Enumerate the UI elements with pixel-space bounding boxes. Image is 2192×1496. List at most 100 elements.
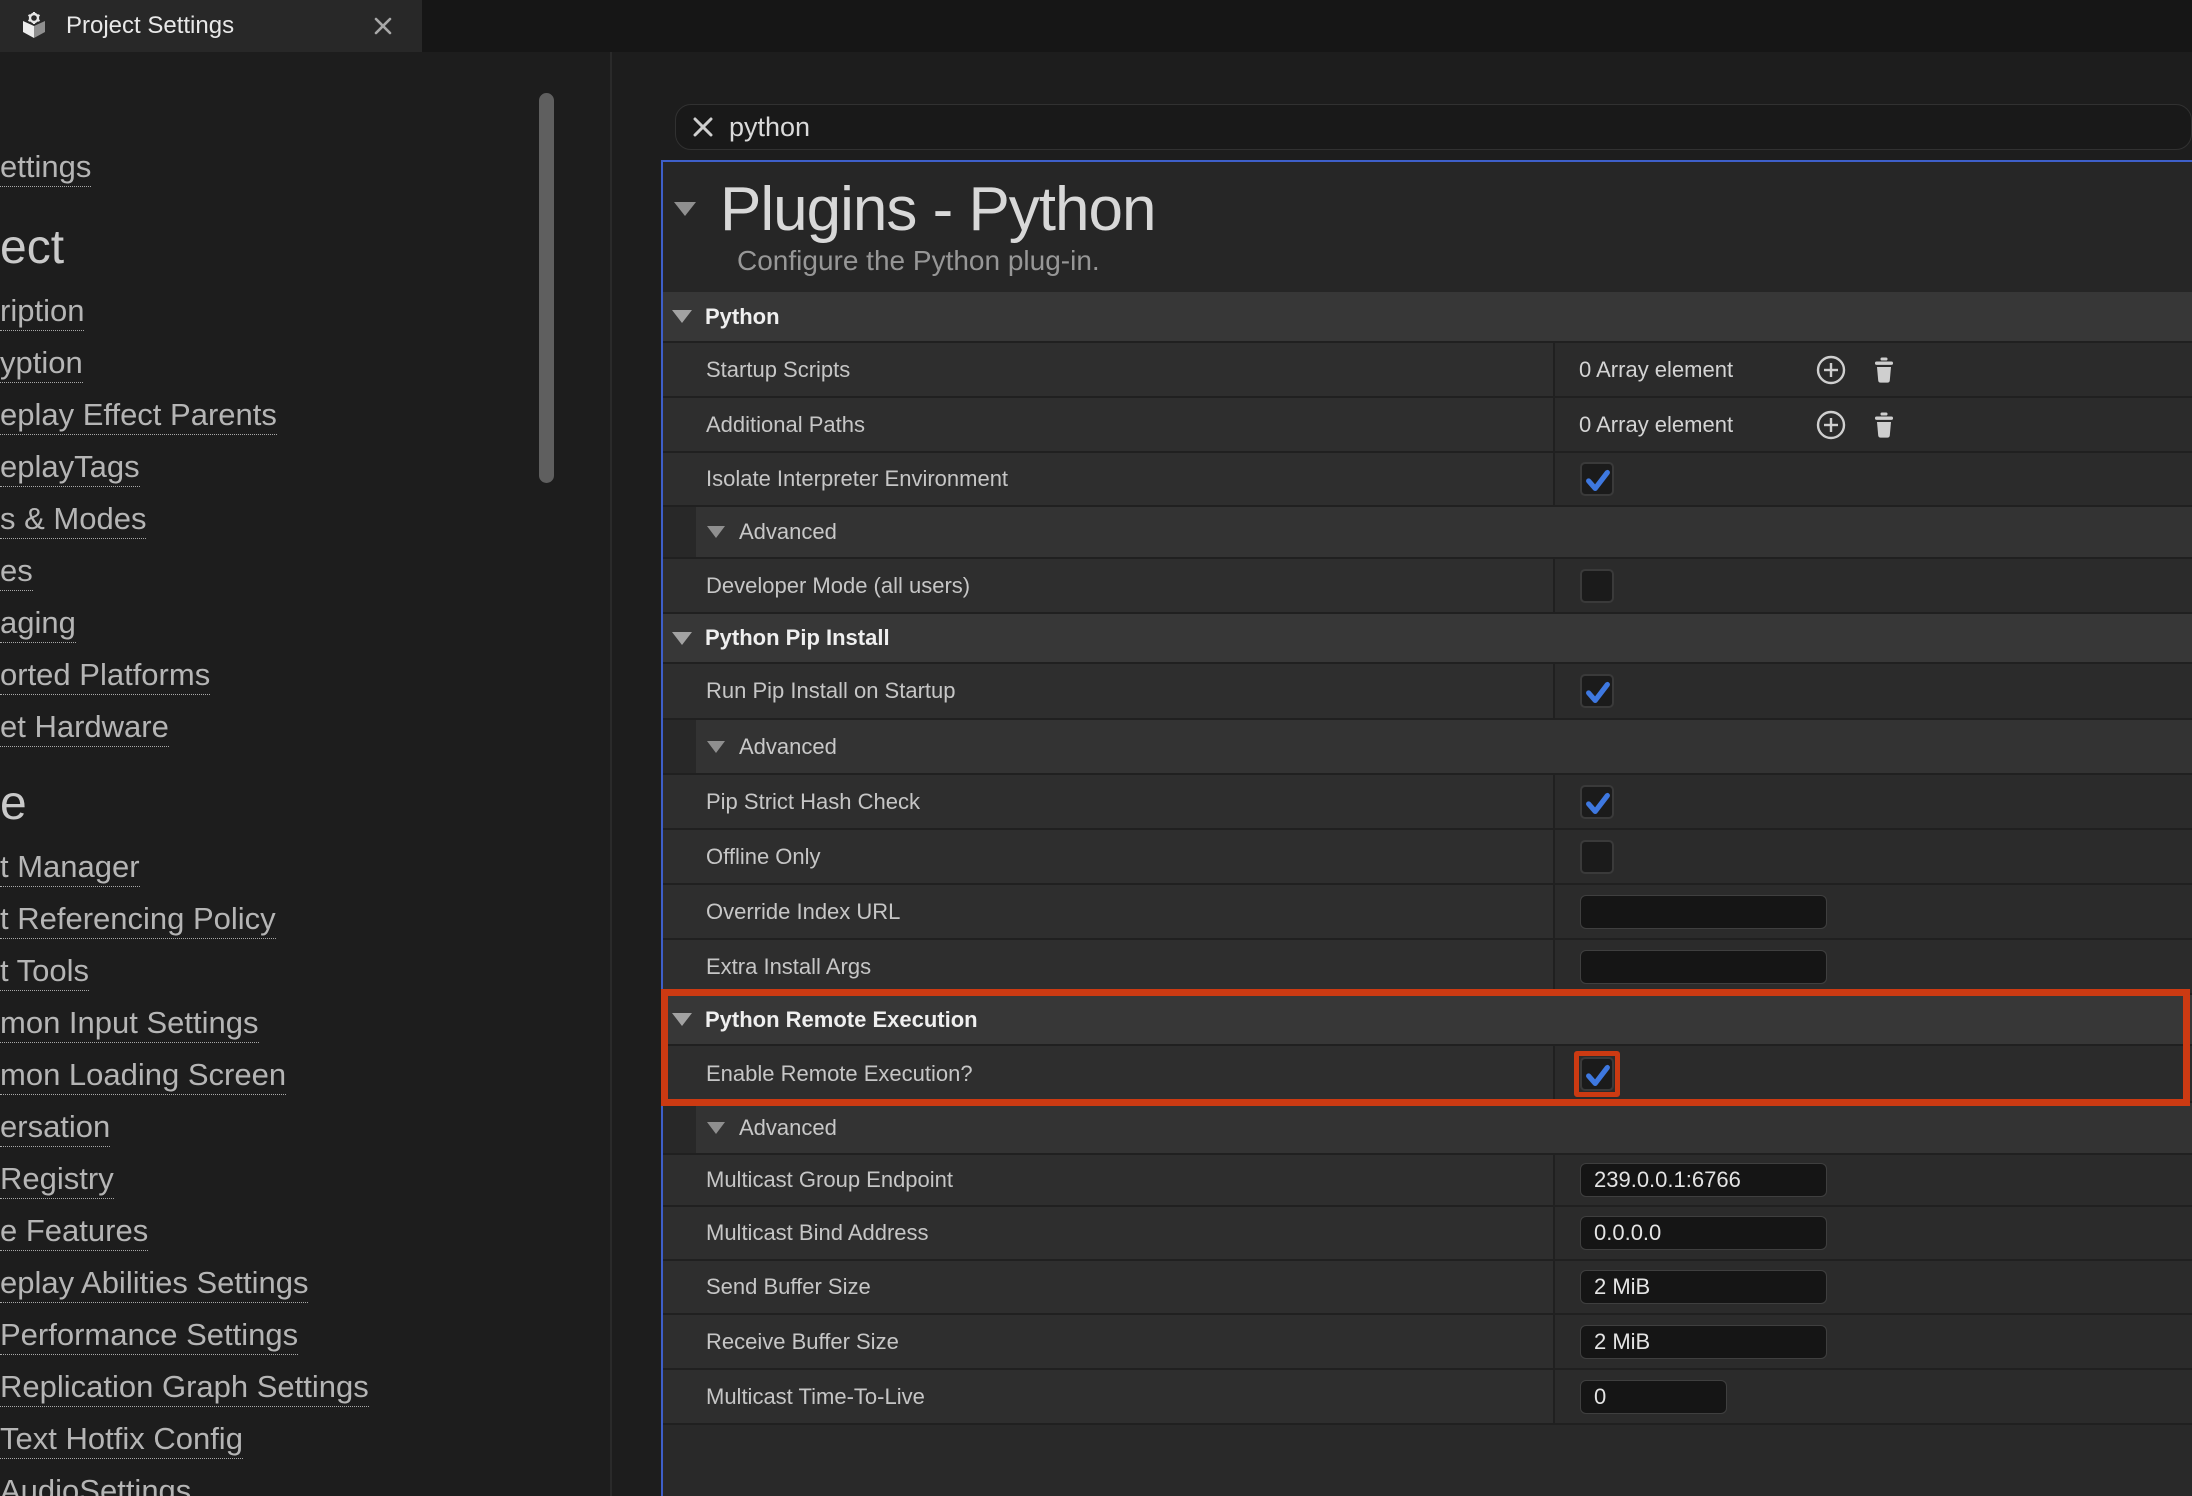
settings-search-bar[interactable]: python <box>675 104 2192 150</box>
settings-row-send-buffer-size: Send Buffer Size <box>663 1261 2192 1315</box>
row-label: Additional Paths <box>706 412 865 438</box>
settings-row-pip-strict-hash-check: Pip Strict Hash Check <box>663 775 2192 830</box>
settings-row-multicast-bind-address: Multicast Bind Address <box>663 1207 2192 1261</box>
multicast-ttl-input[interactable] <box>1580 1380 1727 1414</box>
sidebar-item-text-hotfix-config[interactable]: Text Hotfix Config <box>0 1421 243 1457</box>
sidebar-item-maps-and-modes[interactable]: s & Modes <box>0 501 146 537</box>
project-settings-tab[interactable]: Project Settings <box>0 0 422 52</box>
checkbox[interactable] <box>1580 785 1614 819</box>
collapse-section-icon <box>672 310 692 323</box>
panel-header: Plugins - Python Configure the Python pl… <box>663 162 2192 292</box>
extra-install-args-input[interactable] <box>1580 950 1827 984</box>
settings-row-additional-paths: Additional Paths 0 Array element <box>663 398 2192 453</box>
row-label: Multicast Group Endpoint <box>706 1167 953 1193</box>
advanced-expander[interactable]: Advanced <box>663 1103 2192 1155</box>
row-label: Enable Remote Execution? <box>706 1061 973 1087</box>
row-label: Startup Scripts <box>706 357 850 383</box>
checkbox[interactable] <box>1580 1057 1614 1091</box>
sidebar-scrollbar-thumb[interactable] <box>539 93 554 483</box>
settings-row-extra-install-args: Extra Install Args <box>663 940 2192 995</box>
section-header-python[interactable]: Python <box>663 292 2192 343</box>
row-label: Offline Only <box>706 844 821 870</box>
array-count: 0 Array element <box>1579 412 1733 438</box>
sidebar-item-asset-manager[interactable]: t Manager <box>0 849 140 885</box>
row-label: Multicast Bind Address <box>706 1220 929 1246</box>
advanced-expander[interactable]: Advanced <box>663 507 2192 559</box>
settings-row-enable-remote-execution: Enable Remote Execution? <box>663 1046 2192 1103</box>
settings-row-multicast-time-to-live: Multicast Time-To-Live <box>663 1370 2192 1425</box>
row-label: Override Index URL <box>706 899 900 925</box>
settings-row-override-index-url: Override Index URL <box>663 885 2192 940</box>
sidebar-item-gameplay-effect-parents[interactable]: eplay Effect Parents <box>0 397 277 433</box>
settings-row-isolate-interpreter-environment: Isolate Interpreter Environment <box>663 453 2192 507</box>
row-label: Send Buffer Size <box>706 1274 871 1300</box>
checkmark-icon <box>1583 788 1613 818</box>
row-label: Multicast Time-To-Live <box>706 1384 925 1410</box>
panel-subtitle: Configure the Python plug-in. <box>737 245 1100 277</box>
checkmark-icon <box>1583 465 1613 495</box>
sidebar-section-project: ect <box>0 220 64 276</box>
pane-divider <box>610 52 612 1496</box>
sidebar-item-description[interactable]: ription <box>0 293 84 329</box>
checkbox[interactable] <box>1580 840 1614 874</box>
sidebar-item-gameplaytags[interactable]: eplayTags <box>0 449 140 485</box>
sidebar-item-packaging[interactable]: aging <box>0 605 76 641</box>
advanced-expander[interactable]: Advanced <box>663 720 2192 775</box>
settings-category-sidebar: ettings ect ription yption eplay Effect … <box>0 52 610 1496</box>
collapse-advanced-icon <box>707 741 725 753</box>
sidebar-item-asset-tools[interactable]: t Tools <box>0 953 89 989</box>
sidebar-item-gameplay-abilities-settings[interactable]: eplay Abilities Settings <box>0 1265 308 1301</box>
sidebar-item-supported-platforms[interactable]: orted Platforms <box>0 657 210 693</box>
collapse-advanced-icon <box>707 526 725 538</box>
settings-row-run-pip-install-on-startup: Run Pip Install on Startup <box>663 664 2192 720</box>
settings-row-developer-mode: Developer Mode (all users) <box>663 559 2192 614</box>
add-array-element-icon[interactable] <box>1815 354 1847 386</box>
row-label: Developer Mode (all users) <box>706 573 970 599</box>
section-header-python-pip-install[interactable]: Python Pip Install <box>663 614 2192 664</box>
sidebar-item-target-hardware[interactable]: et Hardware <box>0 709 169 745</box>
section-header-python-remote-execution[interactable]: Python Remote Execution <box>663 995 2192 1046</box>
checkmark-icon <box>1583 1060 1613 1090</box>
collapse-panel-icon[interactable] <box>674 202 696 216</box>
sidebar-item-conversation[interactable]: ersation <box>0 1109 110 1145</box>
sidebar-item-audiosettings[interactable]: AudioSettings <box>0 1473 191 1496</box>
checkmark-icon <box>1583 677 1613 707</box>
sidebar-item-common-loading-screen[interactable]: mon Loading Screen <box>0 1057 286 1093</box>
sidebar-item-all-settings[interactable]: ettings <box>0 149 91 185</box>
project-settings-icon <box>18 10 50 42</box>
sidebar-item-asset-referencing-policy[interactable]: t Referencing Policy <box>0 901 276 937</box>
row-label: Extra Install Args <box>706 954 871 980</box>
collapse-section-icon <box>672 1013 692 1026</box>
plugins-python-panel: Plugins - Python Configure the Python pl… <box>661 160 2192 1496</box>
sidebar-item-replication-graph-settings[interactable]: Replication Graph Settings <box>0 1369 369 1405</box>
search-input[interactable]: python <box>729 112 810 143</box>
checkbox[interactable] <box>1580 674 1614 708</box>
sidebar-item-data-registry[interactable]: Registry <box>0 1161 114 1197</box>
tab-close-icon[interactable] <box>372 15 394 37</box>
tab-strip: Project Settings <box>0 0 2192 52</box>
sidebar-item-movies[interactable]: es <box>0 553 33 589</box>
row-label: Run Pip Install on Startup <box>706 678 955 704</box>
multicast-bind-address-input[interactable] <box>1580 1216 1827 1250</box>
sidebar-item-common-input-settings[interactable]: mon Input Settings <box>0 1005 259 1041</box>
panel-empty-area <box>663 1425 2192 1496</box>
delete-array-icon[interactable] <box>1868 354 1900 386</box>
settings-row-receive-buffer-size: Receive Buffer Size <box>663 1315 2192 1370</box>
receive-buffer-size-input[interactable] <box>1580 1325 1827 1359</box>
multicast-group-endpoint-input[interactable] <box>1580 1163 1827 1197</box>
clear-search-icon[interactable] <box>691 115 715 139</box>
tab-title: Project Settings <box>66 12 234 40</box>
add-array-element-icon[interactable] <box>1815 409 1847 441</box>
sidebar-item-encryption[interactable]: yption <box>0 345 83 381</box>
checkbox[interactable] <box>1580 462 1614 496</box>
settings-row-multicast-group-endpoint: Multicast Group Endpoint <box>663 1155 2192 1207</box>
row-label: Receive Buffer Size <box>706 1329 899 1355</box>
delete-array-icon[interactable] <box>1868 409 1900 441</box>
panel-title: Plugins - Python <box>720 174 1155 245</box>
sidebar-item-game-features[interactable]: e Features <box>0 1213 148 1249</box>
checkbox[interactable] <box>1580 569 1614 603</box>
override-index-url-input[interactable] <box>1580 895 1827 929</box>
highlight-box <box>1574 1051 1620 1097</box>
sidebar-item-performance-settings[interactable]: Performance Settings <box>0 1317 298 1353</box>
send-buffer-size-input[interactable] <box>1580 1270 1827 1304</box>
